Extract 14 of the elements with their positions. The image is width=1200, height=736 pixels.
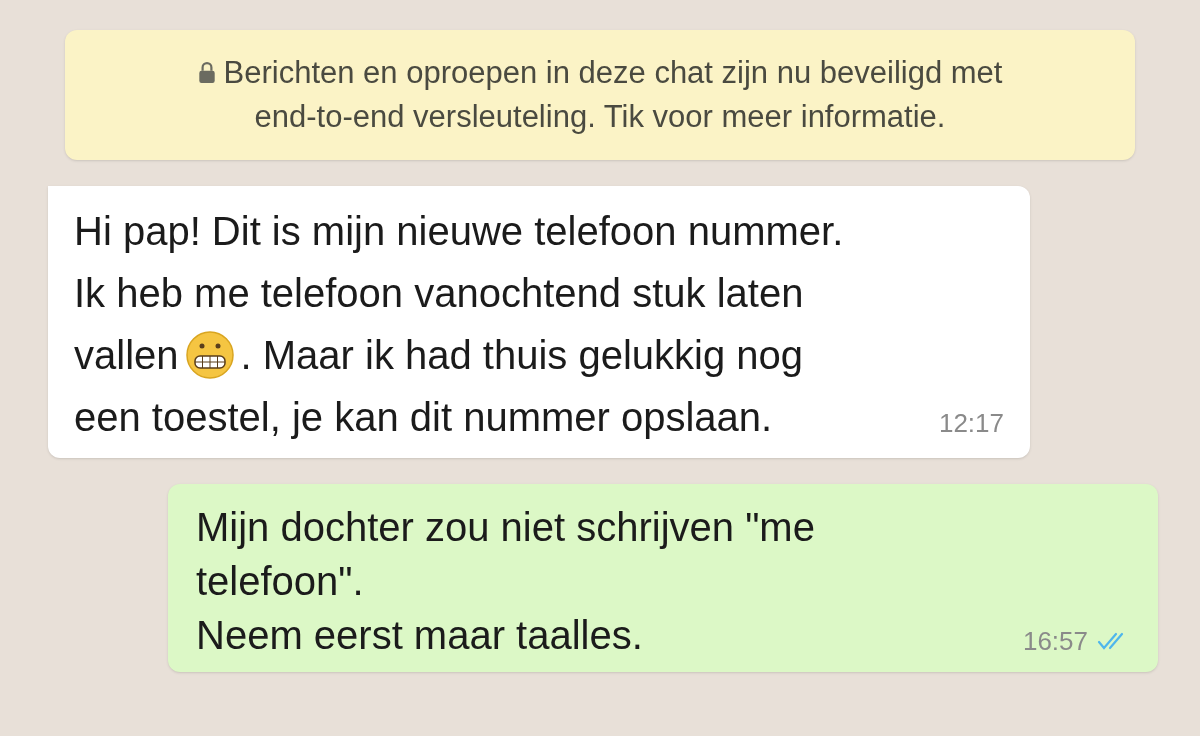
lock-icon: [197, 62, 216, 84]
message-text: een toestel, je kan dit nummer opslaan.: [74, 394, 773, 441]
encryption-notice[interactable]: Berichten en oproepen in deze chat zijn nu beveiligd met end-to-end versleuteling. Tik voor meer informatie.: [65, 30, 1135, 160]
message-text: Hi pap! Dit is mijn nieuwe telefoon nummer.: [74, 208, 844, 255]
message-text: Ik heb me telefoon vanochtend stuk laten: [74, 270, 804, 317]
notice-text: Berichten en oproepen in deze chat zijn nu beveiligd met: [223, 54, 1003, 92]
message-text: . Maar ik had thuis gelukkig nog: [240, 332, 804, 379]
message-time: 12:17: [938, 410, 1004, 436]
message-time: 16:57: [1022, 628, 1088, 654]
message-text: vallen: [74, 332, 179, 379]
notice-text: end-to-end versleuteling. Tik voor meer informatie.: [254, 98, 946, 136]
message-text: Neem eerst maar taalles.: [196, 612, 643, 659]
message-text: Mijn dochter zou niet schrijven "me: [196, 504, 815, 551]
message-text: telefoon".: [196, 558, 364, 605]
